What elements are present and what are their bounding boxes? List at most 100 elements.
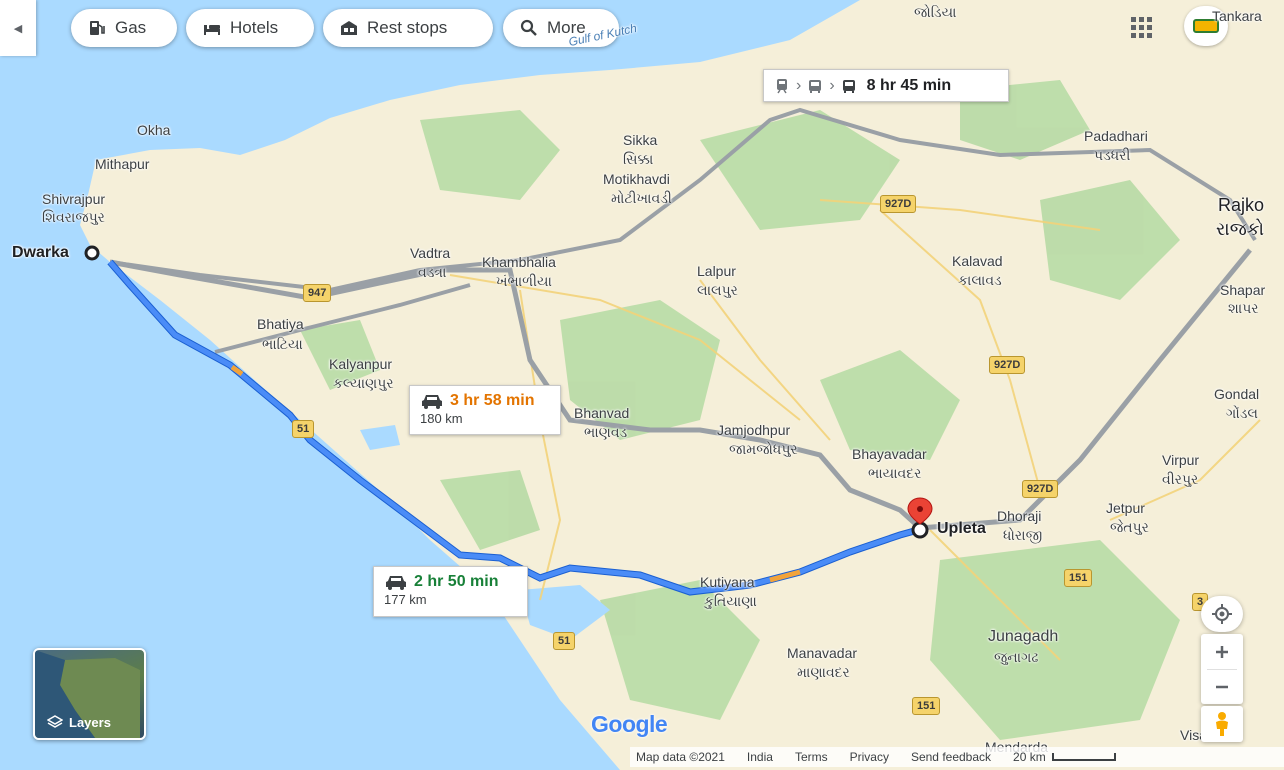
google-logo: Google	[591, 711, 668, 737]
bus-icon	[809, 79, 822, 93]
place-label: Sikka	[623, 132, 658, 148]
place-label: Motikhavdi	[603, 171, 670, 187]
zoom-in-button[interactable]	[1201, 635, 1243, 669]
plus-icon	[1216, 645, 1228, 658]
place-label: Manavadar	[787, 645, 858, 661]
place-label: Okha	[137, 122, 171, 138]
scale-label: 20 km	[1013, 750, 1046, 764]
place-label: કલ્યાણપુર	[333, 375, 394, 391]
place-label: ભાટિયા	[262, 336, 303, 352]
triangle-left-icon: ◀	[13, 22, 23, 35]
alternative-route-card[interactable]: 3 hr 58 min 180 km	[409, 385, 561, 435]
car-icon	[386, 576, 406, 590]
place-label: Dhoraji	[997, 508, 1042, 524]
bed-icon	[204, 25, 220, 35]
place-label: Bhanvad	[574, 405, 630, 421]
main-route-distance: 177 km	[384, 592, 427, 607]
place-label: કુતિયાણા	[704, 593, 757, 609]
origin-marker	[84, 245, 100, 261]
place-label: Jetpur	[1106, 500, 1145, 516]
chevron-right-icon: ›	[796, 76, 802, 94]
layers-icon	[47, 715, 63, 728]
place-label: Vadtra	[410, 245, 451, 261]
gas-chip[interactable]: Gas	[71, 9, 177, 47]
layers-button[interactable]: Layers	[33, 648, 146, 740]
place-label: વડત્રા	[418, 264, 447, 280]
country-link[interactable]: India	[747, 750, 773, 764]
bus-icon	[842, 79, 855, 93]
street-view-button[interactable]	[1201, 706, 1243, 742]
car-icon	[422, 395, 442, 409]
privacy-link[interactable]: Privacy	[850, 750, 889, 764]
road-shield: 927D	[1022, 480, 1059, 498]
place-label: ભાયાવદર	[868, 465, 922, 481]
send-feedback-link[interactable]: Send feedback	[911, 750, 991, 764]
place-label: ધોરાજી	[1003, 527, 1043, 543]
place-label: સિક્કા	[623, 151, 654, 167]
place-label: વીરપુર	[1162, 471, 1199, 487]
place-label: Bhayavadar	[852, 446, 927, 462]
place-label: Gondal	[1214, 386, 1260, 402]
transit-route-card[interactable]: › › 8 hr 45 min	[763, 69, 1009, 102]
place-label: Shapar	[1220, 282, 1266, 298]
place-label: Khambhalia	[482, 254, 556, 270]
zoom-controls	[1201, 634, 1243, 704]
map-data-attribution: Map data ©2021	[636, 750, 725, 764]
rest-stop-icon	[341, 21, 357, 35]
place-label: Shivrajpur	[42, 191, 106, 207]
place-label: Junagadh	[988, 628, 1059, 645]
map-canvas[interactable]	[0, 0, 1284, 770]
hotels-chip[interactable]: Hotels	[186, 9, 314, 47]
place-label: Bhatiya	[257, 316, 304, 332]
hotels-chip-label: Hotels	[230, 18, 279, 37]
map-footer: Map data ©2021 India Terms Privacy Send …	[630, 747, 1284, 767]
terms-link[interactable]: Terms	[795, 750, 828, 764]
place-label: કાલાવડ	[958, 272, 1002, 288]
search-icon	[520, 19, 537, 36]
road-shield: 151	[912, 697, 941, 715]
zoom-out-button[interactable]	[1201, 670, 1243, 704]
alternative-route-duration: 3 hr 58 min	[450, 392, 535, 409]
place-label: ભાણવડ	[584, 424, 628, 440]
transit-duration: 8 hr 45 min	[866, 76, 952, 94]
main-route-duration: 2 hr 50 min	[414, 573, 499, 590]
pegman-icon	[1216, 712, 1228, 736]
road-shield: 151	[1064, 569, 1093, 587]
my-location-button[interactable]	[1201, 596, 1243, 632]
destination-marker	[911, 521, 929, 539]
alternative-route-distance: 180 km	[420, 411, 463, 426]
collapse-side-panel-button[interactable]: ◀	[0, 0, 36, 56]
road-shield: 947	[303, 284, 332, 302]
place-label: શિવરાજપુર	[42, 209, 105, 225]
place-label: Rajko	[1218, 195, 1265, 215]
rest-stops-chip-label: Rest stops	[367, 18, 448, 37]
gas-pump-icon	[90, 21, 105, 35]
apps-grid-button[interactable]	[1128, 14, 1156, 42]
train-icon	[777, 78, 787, 93]
place-label: Virpur	[1162, 452, 1200, 468]
road-shield: 927D	[989, 356, 1026, 374]
place-label: ખંભાળીયા	[496, 273, 552, 289]
layers-label: Layers	[69, 714, 111, 730]
crosshair-icon	[1212, 604, 1232, 624]
destination-label: Upleta	[937, 520, 986, 537]
place-label: માણાવદર	[797, 664, 850, 680]
place-label: Kalavad	[952, 253, 1003, 269]
place-label: લાલપુર	[697, 282, 738, 298]
place-label: જામજોધપુર	[729, 441, 798, 457]
minus-icon	[1216, 685, 1228, 688]
place-label: જુનાગઢ	[994, 649, 1039, 665]
scale-bar[interactable]: 20 km	[1013, 750, 1116, 764]
place-label: રાજકો	[1216, 219, 1264, 239]
place-label: પડધરી	[1094, 147, 1131, 163]
place-label: શાપર	[1228, 300, 1259, 316]
place-label: Lalpur	[697, 263, 736, 279]
place-label: જેતપુર	[1110, 519, 1149, 535]
main-route-card[interactable]: 2 hr 50 min 177 km	[373, 566, 528, 617]
rest-stops-chip[interactable]: Rest stops	[323, 9, 493, 47]
apps-grid-icon	[1131, 17, 1152, 38]
origin-label: Dwarka	[12, 244, 69, 261]
place-label: મોટીખાવડી	[611, 190, 672, 206]
road-shield: 927D	[880, 195, 917, 213]
road-shield: 51	[553, 632, 576, 650]
